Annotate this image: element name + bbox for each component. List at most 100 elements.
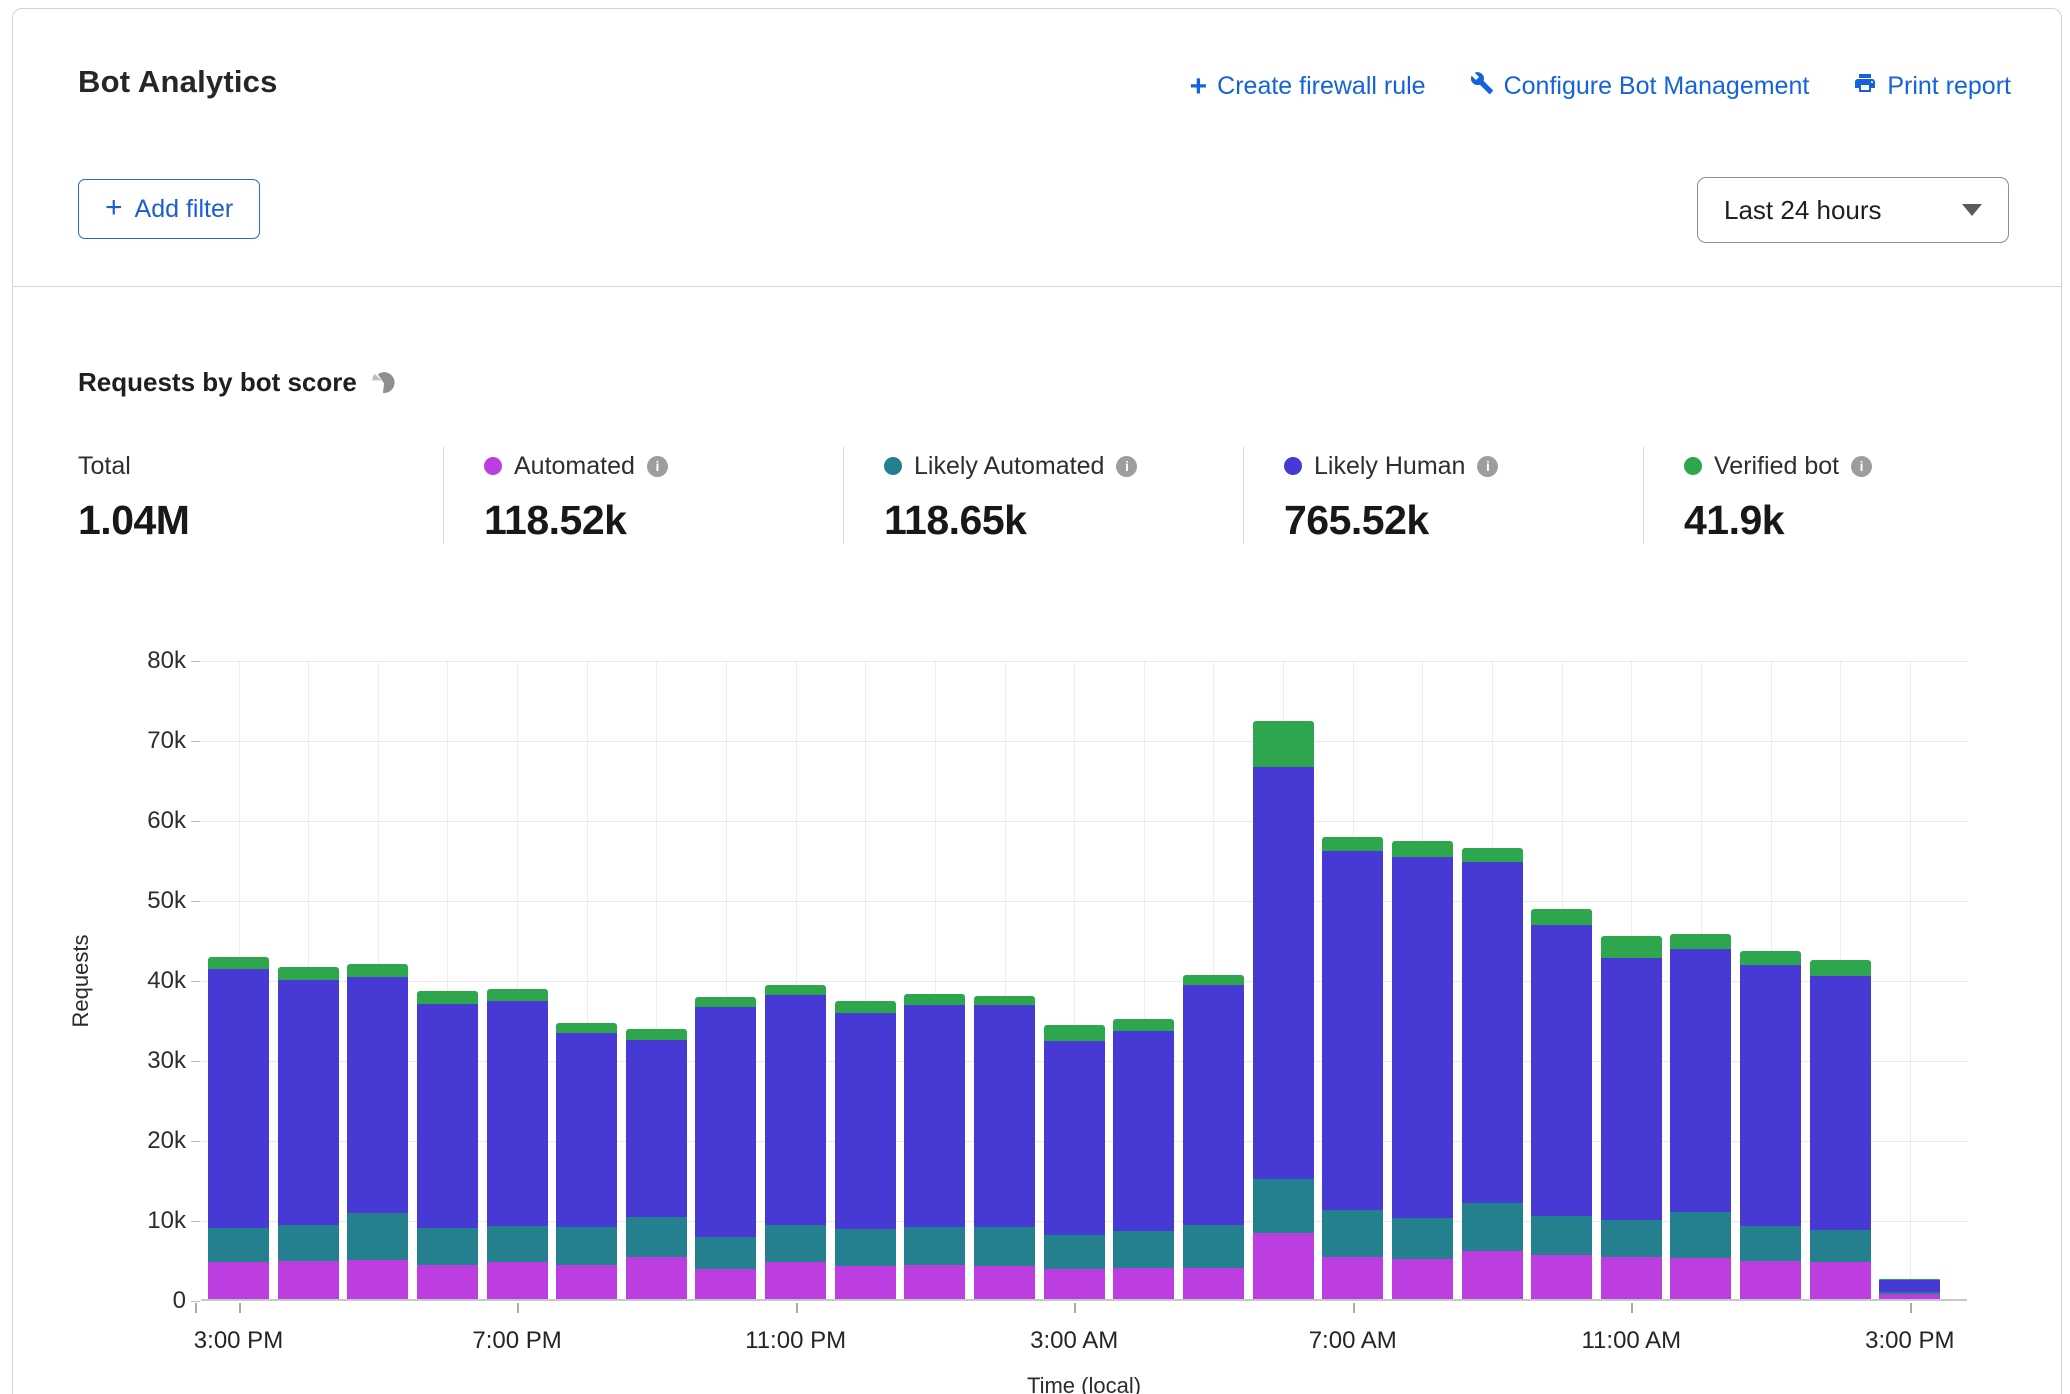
bar-segment-automated — [347, 1260, 408, 1299]
bar-segment-likely-human — [1044, 1041, 1105, 1235]
bar-600pm[interactable] — [417, 991, 478, 1299]
bar-segment-verified-bot — [904, 994, 965, 1004]
bar-segment-verified-bot — [417, 991, 478, 1004]
configure-bot-management-link[interactable]: Configure Bot Management — [1470, 71, 1810, 102]
bar-segment-likely-automated — [1113, 1231, 1174, 1268]
bar-700pm[interactable] — [487, 989, 548, 1299]
bar-segment-likely-automated — [347, 1213, 408, 1259]
bar-segment-likely-automated — [417, 1228, 478, 1266]
bar-segment-automated — [1601, 1257, 1662, 1299]
printer-icon — [1853, 71, 1877, 102]
x-tick-mark — [1631, 1303, 1633, 1313]
bar-400pm[interactable] — [278, 967, 339, 1299]
bar-segment-likely-human — [835, 1013, 896, 1230]
bar-800am[interactable] — [1392, 841, 1453, 1299]
bar-600am[interactable] — [1253, 721, 1314, 1299]
bar-900am[interactable] — [1462, 848, 1523, 1299]
add-filter-button[interactable]: + Add filter — [78, 179, 260, 239]
x-axis-line — [201, 1299, 1967, 1301]
x-tick-label: 11:00 PM — [745, 1327, 846, 1355]
bar-100pm[interactable] — [1740, 951, 1801, 1299]
bar-300pm[interactable] — [1879, 1279, 1940, 1299]
chart-title: Requests by bot score — [78, 367, 357, 398]
y-tick-mark — [191, 1061, 200, 1062]
stat-verified-bot-label: Verified bot — [1714, 452, 1839, 481]
time-range-select[interactable]: Last 24 hours — [1697, 177, 2009, 243]
bar-segment-likely-human — [1183, 985, 1244, 1225]
add-filter-label: Add filter — [135, 195, 234, 224]
horizontal-gridline — [201, 661, 1967, 662]
y-tick-mark — [191, 1221, 200, 1222]
bar-segment-likely-automated — [904, 1227, 965, 1265]
y-tick-label: 30k — [101, 1048, 186, 1074]
create-firewall-rule-label: Create firewall rule — [1217, 72, 1425, 101]
y-tick-label: 60k — [101, 808, 186, 834]
y-tick-mark — [191, 741, 200, 742]
bar-segment-verified-bot — [1044, 1025, 1105, 1041]
bar-1100am[interactable] — [1601, 936, 1662, 1299]
bar-segment-likely-human — [1253, 767, 1314, 1179]
bar-segment-verified-bot — [765, 985, 826, 995]
print-report-link[interactable]: Print report — [1853, 71, 2011, 102]
page-title: Bot Analytics — [78, 64, 278, 100]
bar-segment-verified-bot — [1183, 975, 1244, 985]
origin-tick-mark — [195, 1303, 197, 1313]
bar-segment-likely-human — [1879, 1280, 1940, 1292]
y-tick-mark — [191, 1141, 200, 1142]
bar-700am[interactable] — [1322, 837, 1383, 1299]
create-firewall-rule-link[interactable]: + Create firewall rule — [1190, 72, 1426, 101]
plus-icon: + — [105, 191, 123, 225]
stat-likely-automated-label: Likely Automated — [914, 452, 1104, 481]
configure-bot-management-label: Configure Bot Management — [1504, 72, 1810, 101]
bar-segment-automated — [278, 1261, 339, 1299]
y-tick-label: 10k — [101, 1208, 186, 1234]
bar-segment-automated — [208, 1262, 269, 1299]
bar-200pm[interactable] — [1810, 960, 1871, 1299]
bar-segment-likely-automated — [1810, 1230, 1871, 1262]
bar-segment-verified-bot — [1531, 909, 1592, 924]
bar-400am[interactable] — [1113, 1019, 1174, 1299]
info-icon[interactable]: i — [1851, 456, 1872, 477]
bar-segment-automated — [1531, 1255, 1592, 1299]
plus-icon: + — [1190, 74, 1208, 100]
stat-likely-human-value: 765.52k — [1284, 497, 1643, 544]
bar-segment-automated — [904, 1265, 965, 1299]
bar-segment-verified-bot — [974, 996, 1035, 1006]
bar-segment-likely-automated — [278, 1225, 339, 1262]
bar-800pm[interactable] — [556, 1023, 617, 1299]
bar-300pm[interactable] — [208, 957, 269, 1299]
bar-segment-likely-automated — [556, 1227, 617, 1265]
bar-segment-automated — [1253, 1233, 1314, 1299]
info-icon[interactable]: i — [647, 456, 668, 477]
bar-1200am[interactable] — [835, 1001, 896, 1299]
info-icon[interactable]: i — [1477, 456, 1498, 477]
stat-likely-human: Likely Human i 765.52k — [1243, 447, 1643, 544]
bar-segment-likely-automated — [1183, 1225, 1244, 1267]
bar-1000pm[interactable] — [695, 997, 756, 1299]
bar-segment-likely-automated — [626, 1217, 687, 1256]
bar-1100pm[interactable] — [765, 985, 826, 1299]
bar-segment-automated — [765, 1262, 826, 1299]
bar-segment-likely-human — [1810, 976, 1871, 1230]
requests-by-bot-score-chart: Requests Time (local) 010k20k30k40k50k60… — [201, 661, 1967, 1301]
x-tick-label: 3:00 PM — [194, 1327, 283, 1355]
bar-segment-verified-bot — [487, 989, 548, 1002]
bar-segment-likely-human — [1113, 1031, 1174, 1231]
bar-900pm[interactable] — [626, 1029, 687, 1299]
bar-300am[interactable] — [1044, 1025, 1105, 1299]
bar-segment-verified-bot — [835, 1001, 896, 1012]
bar-segment-likely-automated — [1044, 1235, 1105, 1269]
y-tick-mark — [191, 1301, 200, 1302]
stat-total: Total 1.04M — [78, 447, 443, 544]
bar-segment-likely-automated — [1322, 1210, 1383, 1256]
bar-100am[interactable] — [904, 994, 965, 1299]
bar-200am[interactable] — [974, 996, 1035, 1299]
bar-1200pm[interactable] — [1670, 934, 1731, 1299]
bar-segment-automated — [1670, 1258, 1731, 1299]
bar-500pm[interactable] — [347, 964, 408, 1299]
bar-500am[interactable] — [1183, 975, 1244, 1299]
bar-segment-likely-automated — [1670, 1212, 1731, 1258]
info-icon[interactable]: i — [1116, 456, 1137, 477]
bar-1000am[interactable] — [1531, 909, 1592, 1299]
bar-segment-likely-human — [1322, 851, 1383, 1210]
